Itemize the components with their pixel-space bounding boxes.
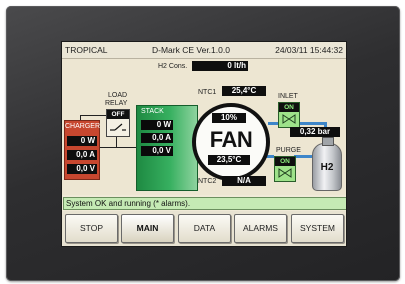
load-relay-label-1: LOAD	[108, 92, 128, 99]
nav-bar: STOP MAIN DATA ALARMS SYSTEM	[62, 211, 346, 246]
charger-panel: CHARGER 0 W 0,0 A 0,0 V	[64, 120, 100, 180]
tank-neck	[322, 137, 334, 146]
hydrogen-tank: H2	[312, 137, 342, 191]
h2-cons-label: H2 Cons.	[158, 63, 188, 70]
title-bar: TROPICAL D-Mark CE Ver.1.0.0 24/03/11 15…	[62, 42, 346, 59]
relay-wire-h	[80, 115, 106, 116]
fan-percent: 10%	[212, 113, 246, 123]
pressure-value: 0,32 bar	[290, 127, 340, 137]
system-button[interactable]: SYSTEM	[291, 214, 344, 243]
charger-label: CHARGER	[65, 123, 101, 130]
device-title: TROPICAL	[65, 45, 108, 55]
system-diagram: H2 Cons. 0 lt/h LOAD RELAY OFF CHARGER 0…	[62, 59, 346, 195]
status-message: System OK and running (* alarms).	[63, 197, 346, 210]
load-relay-label-2: RELAY	[105, 100, 128, 107]
main-button[interactable]: MAIN	[121, 214, 174, 243]
stack-power: 0 W	[141, 120, 173, 130]
load-relay-switch[interactable]: OFF	[106, 109, 130, 137]
fan-temperature: 23,5°C	[208, 155, 250, 165]
ntc2-label: NTC2	[198, 178, 217, 185]
alarms-button[interactable]: ALARMS	[234, 214, 287, 243]
fan-display[interactable]: 10% FAN 23,5°C	[192, 103, 270, 181]
purge-valve-state: ON	[275, 157, 295, 166]
stack-current: 0,0 A	[141, 133, 173, 143]
switch-icon	[110, 123, 126, 131]
datetime: 24/03/11 15:44:32	[275, 45, 343, 55]
purge-label: PURGE	[276, 147, 301, 154]
valve-icon	[282, 114, 296, 124]
valve-icon	[278, 168, 292, 178]
ntc1-value: 25,4°C	[222, 86, 266, 96]
ntc2-value: N/A	[222, 176, 266, 186]
charger-power: 0 W	[67, 136, 97, 146]
purge-valve[interactable]: ON	[274, 156, 296, 182]
ntc1-label: NTC1	[198, 89, 217, 96]
inlet-valve[interactable]: ON	[278, 102, 300, 128]
charger-wire	[98, 147, 136, 148]
charger-current: 0,0 A	[67, 150, 97, 160]
stop-button[interactable]: STOP	[65, 214, 118, 243]
load-relay-state: OFF	[107, 110, 129, 119]
charger-voltage: 0,0 V	[67, 164, 97, 174]
h2-pipe-purge	[294, 155, 312, 158]
inlet-valve-state: ON	[279, 103, 299, 112]
fuel-cell-stack: STACK 0 W 0,0 A 0,0 V	[136, 105, 198, 191]
fan-label: FAN	[209, 127, 253, 152]
data-button[interactable]: DATA	[178, 214, 231, 243]
software-version: D-Mark CE Ver.1.0.0	[152, 45, 230, 55]
tank-label: H2	[320, 162, 334, 173]
h2-cons-value: 0 lt/h	[192, 61, 248, 71]
stack-label: STACK	[141, 108, 164, 115]
hmi-screen: TROPICAL D-Mark CE Ver.1.0.0 24/03/11 15…	[62, 42, 346, 246]
inlet-label: INLET	[278, 93, 298, 100]
stack-voltage: 0,0 V	[141, 146, 173, 156]
